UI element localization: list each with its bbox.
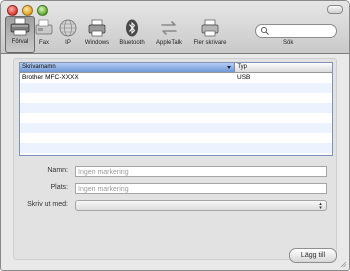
print-using-label: Skriv ut med: <box>27 201 68 208</box>
printer-browser-window: Förval Fax IP Windows Bluetooth AppleTal… <box>0 0 350 271</box>
print-using-row: Skriv ut med: ▴ ▾ <box>14 200 336 212</box>
search-field[interactable] <box>255 24 337 38</box>
printer-type-cell: USB <box>237 74 251 81</box>
bluetooth-icon <box>126 19 138 37</box>
fax-icon <box>35 19 53 35</box>
globe-icon <box>59 19 77 37</box>
toolbar-fax-label: Fax <box>38 40 49 46</box>
zoom-window-button[interactable] <box>37 5 48 16</box>
minimize-window-button[interactable] <box>22 5 33 16</box>
location-field[interactable]: Ingen markering <box>75 183 327 194</box>
search-label: Sök <box>283 40 294 46</box>
column-header-type[interactable]: Typ <box>235 63 332 72</box>
table-row-empty <box>20 113 332 123</box>
toolbar-appletalk-button[interactable]: AppleTalk <box>153 18 185 50</box>
toolbar-more-printers-button[interactable]: Fler skrivare <box>190 18 230 50</box>
add-button[interactable]: Lägg till <box>289 248 337 263</box>
table-row-empty <box>20 133 332 143</box>
toolbar-bluetooth-label: Bluetooth <box>119 40 145 46</box>
toolbar-appletalk-label: AppleTalk <box>155 40 182 46</box>
toolbar-toggle-button[interactable] <box>327 5 343 14</box>
search-icon <box>260 26 269 35</box>
resize-grip-icon[interactable] <box>339 260 347 268</box>
windows-printer-icon <box>88 19 106 37</box>
toolbar-more-printers-label: Fler skrivare <box>193 40 227 46</box>
toolbar-ip-button[interactable]: IP <box>57 18 79 50</box>
toolbar-windows-button[interactable]: Windows <box>83 18 111 50</box>
toolbar-default-button[interactable]: Förval <box>5 16 35 53</box>
table-row-empty <box>20 83 332 93</box>
content-panel: Skrivarnamn Typ Brother MFC-XXXX USB Nam <box>13 58 337 260</box>
toolbar: Förval Fax IP Windows Bluetooth AppleTal… <box>1 1 349 54</box>
location-label: Plats: <box>50 184 68 191</box>
printer-default-icon <box>10 17 30 36</box>
close-window-button[interactable] <box>7 5 18 16</box>
table-row-empty <box>20 123 332 133</box>
table-row-empty <box>20 143 332 153</box>
toolbar-default-label: Förval <box>11 39 29 45</box>
toolbar-bluetooth-button[interactable]: Bluetooth <box>116 18 148 50</box>
table-row-empty <box>20 103 332 113</box>
appletalk-icon <box>161 21 177 35</box>
column-header-printer-name-label: Skrivarnamn <box>22 64 56 70</box>
toolbar-ip-label: IP <box>65 40 71 46</box>
toolbar-fax-button[interactable]: Fax <box>35 18 53 50</box>
toolbar-windows-label: Windows <box>84 40 110 46</box>
table-row[interactable]: Brother MFC-XXXX USB <box>20 73 332 83</box>
name-row: Namn: Ingen markering <box>14 166 336 178</box>
printer-name-cell: Brother MFC-XXXX <box>22 74 79 81</box>
table-header: Skrivarnamn Typ <box>20 63 332 73</box>
name-field[interactable]: Ingen markering <box>75 166 327 177</box>
select-stepper-icon: ▴ ▾ <box>319 201 322 211</box>
printer-list[interactable]: Skrivarnamn Typ Brother MFC-XXXX USB <box>19 62 333 156</box>
column-header-printer-name[interactable]: Skrivarnamn <box>20 63 236 72</box>
name-label: Namn: <box>47 167 68 174</box>
table-row-empty <box>20 93 332 103</box>
print-using-select[interactable]: ▴ ▾ <box>75 200 327 211</box>
window-controls <box>7 5 48 16</box>
printer-icon <box>201 19 219 37</box>
sort-arrow-icon <box>227 66 232 69</box>
location-row: Plats: Ingen markering <box>14 183 336 195</box>
column-header-type-label: Typ <box>237 64 247 70</box>
